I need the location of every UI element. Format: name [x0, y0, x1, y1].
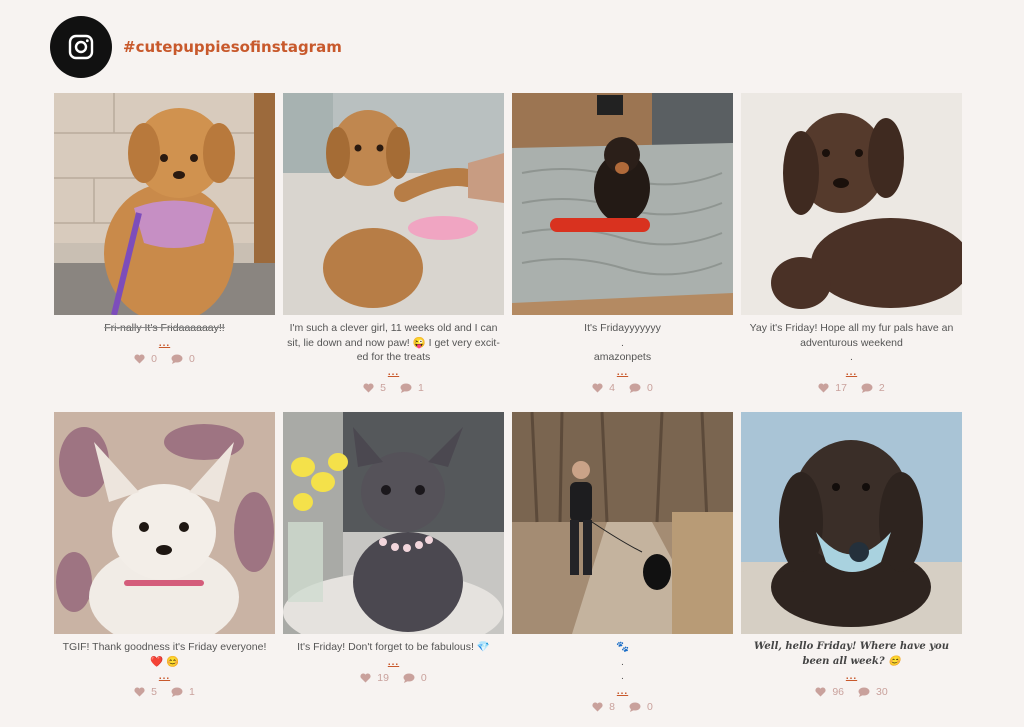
- comments-count[interactable]: 2: [861, 382, 885, 394]
- likes-value: 19: [377, 671, 389, 684]
- post-caption: 🐾 . .: [615, 641, 630, 682]
- read-more-link[interactable]: ...: [741, 367, 962, 378]
- post-stats: 17 2: [741, 382, 962, 394]
- post-photo[interactable]: [512, 412, 733, 634]
- post-photo[interactable]: [741, 412, 962, 634]
- comments-value: 30: [876, 686, 888, 698]
- post-caption: Yay it's Friday! Hope all my fur pals ha…: [749, 322, 954, 363]
- heart-icon: [134, 353, 145, 363]
- post-card: Yay it's Friday! Hope all my fur pals ha…: [741, 93, 962, 412]
- comments-value: 0: [647, 700, 653, 713]
- likes-value: 0: [151, 352, 157, 365]
- post-photo[interactable]: [54, 93, 275, 315]
- likes-count[interactable]: 96: [815, 686, 844, 698]
- comments-value: 1: [189, 686, 195, 698]
- likes-value: 8: [609, 700, 615, 713]
- read-more-link[interactable]: ...: [283, 367, 504, 378]
- likes-value: 4: [609, 381, 615, 394]
- likes-count[interactable]: 8: [592, 701, 615, 713]
- comments-count[interactable]: 0: [629, 701, 653, 713]
- heart-icon: [592, 382, 603, 392]
- post-photo[interactable]: [741, 93, 962, 315]
- read-more-link[interactable]: ...: [512, 367, 733, 378]
- post-caption: I'm such a clever girl, 11 weeks old and…: [287, 322, 500, 363]
- heart-icon: [360, 672, 371, 682]
- post-card: I'm such a clever girl, 11 weeks old and…: [283, 93, 504, 412]
- post-grid: Fri-nally It's Fridaaaaaay!! ... 0 0 I'm…: [54, 93, 962, 722]
- likes-count[interactable]: 5: [134, 686, 157, 698]
- post-stats: 5 1: [283, 382, 504, 394]
- comments-value: 0: [420, 671, 427, 684]
- likes-count[interactable]: 19: [360, 672, 389, 684]
- post-stats: 4 0: [512, 382, 733, 394]
- post-photo[interactable]: [512, 93, 733, 315]
- post-photo[interactable]: [283, 412, 504, 634]
- likes-count[interactable]: 0: [134, 353, 157, 365]
- comments-count[interactable]: 0: [403, 672, 427, 684]
- likes-value: 17: [835, 381, 847, 394]
- likes-count[interactable]: 4: [592, 382, 615, 394]
- read-more-link[interactable]: ...: [54, 338, 275, 349]
- likes-value: 5: [380, 381, 386, 394]
- comments-count[interactable]: 1: [171, 686, 195, 698]
- comments-count[interactable]: 0: [629, 382, 653, 394]
- heart-icon: [818, 382, 829, 392]
- read-more-link[interactable]: ...: [512, 686, 733, 697]
- read-more-link[interactable]: ...: [54, 671, 275, 682]
- post-photo[interactable]: [54, 412, 275, 634]
- heart-icon: [134, 687, 145, 697]
- post-stats: 0 0: [54, 353, 275, 365]
- comment-icon: [629, 383, 641, 393]
- post-card: TGIF! Thank goodness it's Friday everyon…: [54, 412, 275, 722]
- post-card: It's Friday! Don't forget to be fabulous…: [283, 412, 504, 722]
- feed-header: #cutepuppiesofinstagram: [50, 16, 342, 78]
- post-caption: Fri-nally It's Fridaaaaaay!!: [104, 322, 225, 334]
- heart-icon: [363, 382, 374, 392]
- comment-icon: [403, 673, 415, 683]
- post-stats: 8 0: [512, 701, 733, 713]
- comment-icon: [858, 687, 870, 697]
- post-card: Fri-nally It's Fridaaaaaay!! ... 0 0: [54, 93, 275, 412]
- heart-icon: [592, 701, 603, 711]
- post-card: Well, hello Friday! Where have you been …: [741, 412, 962, 722]
- comment-icon: [861, 383, 873, 393]
- post-stats: 96 30: [741, 686, 962, 698]
- post-caption: TGIF! Thank goodness it's Friday everyon…: [62, 641, 267, 668]
- comment-icon: [171, 354, 183, 364]
- comment-icon: [629, 702, 641, 712]
- comments-value: 1: [418, 381, 424, 394]
- comments-count[interactable]: 30: [858, 686, 888, 698]
- hashtag-link[interactable]: #cutepuppiesofinstagram: [123, 38, 342, 56]
- post-stats: 19 0: [283, 672, 504, 684]
- likes-value: 96: [832, 686, 844, 698]
- post-card: 🐾 . . ... 8 0: [512, 412, 733, 722]
- post-caption: It's Fridayyyyyyy . amazonpets: [584, 322, 661, 363]
- likes-value: 5: [151, 686, 157, 698]
- comment-icon: [400, 383, 412, 393]
- post-photo[interactable]: [283, 93, 504, 315]
- comments-value: 2: [878, 381, 885, 394]
- post-caption: It's Friday! Don't forget to be fabulous…: [297, 641, 490, 653]
- read-more-link[interactable]: ...: [741, 671, 962, 682]
- comments-value: 0: [647, 381, 653, 394]
- post-caption: Well, hello Friday! Where have you been …: [754, 641, 949, 667]
- comments-value: 0: [189, 352, 195, 365]
- post-stats: 5 1: [54, 686, 275, 698]
- comments-count[interactable]: 1: [400, 382, 424, 394]
- read-more-link[interactable]: ...: [283, 657, 504, 668]
- post-card: It's Fridayyyyyyy . amazonpets ... 4 0: [512, 93, 733, 412]
- comments-count[interactable]: 0: [171, 353, 195, 365]
- heart-icon: [815, 687, 826, 697]
- likes-count[interactable]: 17: [818, 382, 847, 394]
- comment-icon: [171, 687, 183, 697]
- instagram-icon[interactable]: [50, 16, 112, 78]
- likes-count[interactable]: 5: [363, 382, 386, 394]
